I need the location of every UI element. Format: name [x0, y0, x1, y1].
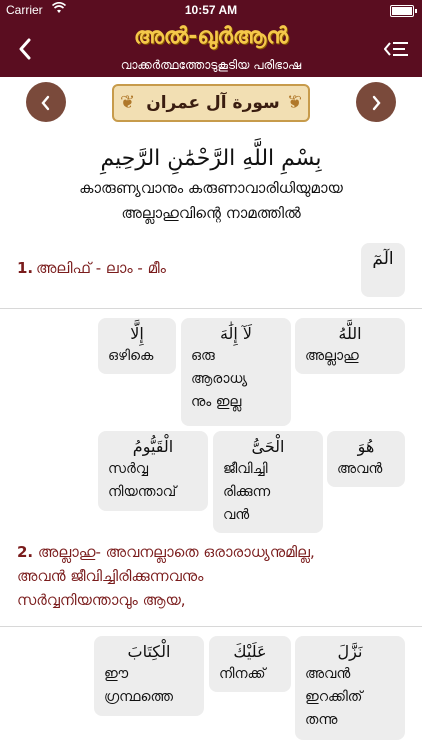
- word-meaning: ഗ്രന്ഥത്തെ: [104, 689, 173, 705]
- app-title: അൽ-ഖുർആൻ: [133, 24, 289, 49]
- chevron-left-icon: [40, 89, 52, 113]
- surah-title-banner: سورة آل عمران: [112, 84, 310, 122]
- ayah-number: 1.: [17, 259, 34, 277]
- ayah-line-1: അല്ലാഹു- അവനല്ലാതെ ഒരാരാധ്യനുമില്ല,: [37, 543, 315, 561]
- word-arabic: اللَّهُ: [338, 324, 362, 343]
- word-meaning: തന്നു: [305, 712, 338, 728]
- word-arabic: إِلَّا: [130, 324, 144, 343]
- battery-icon: [390, 5, 417, 17]
- ayah-line-2: അവൻ ജീവിച്ചിരിക്കുന്നവനും: [17, 567, 204, 585]
- word-meaning: വൻ: [223, 507, 250, 523]
- word-meaning: ഇറക്കിത്: [305, 689, 363, 705]
- word-card[interactable]: عَلَيْكَ നിനക്ക്: [209, 636, 291, 692]
- word-meaning: ആരാധ്യ: [191, 371, 248, 387]
- app-header: അൽ-ഖുർആൻ വാക്കർത്ഥത്തോടുകൂടിയ പരിഭാഷ: [0, 20, 422, 77]
- ayah-translation: അലിഫ് - ലാം - മീം: [36, 259, 166, 277]
- word-meaning: ജീവിച്ചി: [223, 461, 268, 477]
- word-card[interactable]: إِلَّا ഒഴികെ: [98, 318, 176, 374]
- ayah-translation: 2. അല്ലാഹു- അവനല്ലാതെ ഒരാരാധ്യനുമില്ല, അ…: [17, 540, 315, 612]
- word-meaning: നും ഇല്ല: [191, 394, 242, 410]
- word-card[interactable]: الْقَيُّومُ സർവ്വ നിയന്താവ്: [98, 431, 208, 511]
- divider: [0, 308, 422, 309]
- word-meaning: ഒരു: [191, 348, 215, 364]
- status-bar: Carrier 10:57 AM: [0, 0, 422, 20]
- word-card[interactable]: الْحَىُّ ജീവിച്ചി രിക്കുന്ന വൻ: [213, 431, 323, 533]
- word-card[interactable]: هُوَ അവൻ: [327, 431, 405, 487]
- word-meaning: സർവ്വ: [108, 461, 149, 477]
- word-meaning: അവൻ: [305, 666, 351, 682]
- word-arabic: الٓمٓ: [372, 249, 394, 269]
- app-subtitle: വാക്കർത്ഥത്തോടുകൂടിയ പരിഭാഷ: [120, 58, 302, 72]
- word-card[interactable]: نَزَّلَ അവൻ ഇറക്കിത് തന്നു: [295, 636, 405, 740]
- word-meaning: ഈ: [104, 666, 129, 682]
- word-arabic: عَلَيْكَ: [233, 642, 267, 661]
- clock: 10:57 AM: [184, 3, 238, 17]
- surah-navigation: سورة آل عمران: [0, 78, 422, 128]
- bismillah-line-2: അല്ലാഹുവിന്റെ നാമത്തിൽ: [121, 204, 301, 222]
- ayah-line-3: സർവ്വനിയന്താവും ആയ,: [17, 591, 186, 609]
- bismillah-arabic: بِسْمِ اللَّهِ الرَّحْمَٰنِ الرَّحِيمِ: [100, 146, 322, 171]
- word-meaning: നിനക്ക്: [219, 666, 266, 682]
- word-arabic: نَزَّلَ: [337, 642, 363, 661]
- list-menu-icon: [383, 42, 410, 62]
- word-card[interactable]: لَآ إِلَٰهَ ഒരു ആരാധ്യ നും ഇല്ല: [181, 318, 291, 426]
- bismillah-translation: കാരുണ്യവാനും കരുണാവാരിധിയുമായ അല്ലാഹുവിന…: [0, 176, 422, 226]
- word-meaning: അവൻ: [337, 461, 383, 477]
- word-meaning: അല്ലാഹു: [305, 348, 359, 364]
- divider: [0, 626, 422, 627]
- word-meaning: നിയന്താവ്: [108, 484, 177, 500]
- ayah-number: 2.: [17, 543, 34, 561]
- word-meaning: രിക്കുന്ന: [223, 484, 271, 500]
- surah-name: سورة آل عمران: [146, 93, 280, 113]
- next-surah-button[interactable]: [356, 82, 396, 122]
- chevron-right-icon: [370, 89, 382, 113]
- word-arabic: هُوَ: [357, 437, 375, 456]
- word-arabic: لَآ إِلَٰهَ: [219, 324, 253, 343]
- word-card[interactable]: الٓمٓ: [361, 243, 405, 297]
- previous-surah-button[interactable]: [26, 82, 66, 122]
- word-card[interactable]: الْكِتَابَ ഈ ഗ്രന്ഥത്തെ: [94, 636, 204, 716]
- word-arabic: الْحَىُّ: [251, 437, 285, 456]
- word-meaning: ഒഴികെ: [108, 348, 154, 364]
- bismillah-line-1: കാരുണ്യവാനും കരുണാവാരിധിയുമായ: [79, 179, 343, 197]
- word-card[interactable]: اللَّهُ അല്ലാഹു: [295, 318, 405, 374]
- menu-button[interactable]: [383, 40, 408, 58]
- word-arabic: الْكِتَابَ: [127, 642, 171, 661]
- word-arabic: الْقَيُّومُ: [132, 437, 174, 456]
